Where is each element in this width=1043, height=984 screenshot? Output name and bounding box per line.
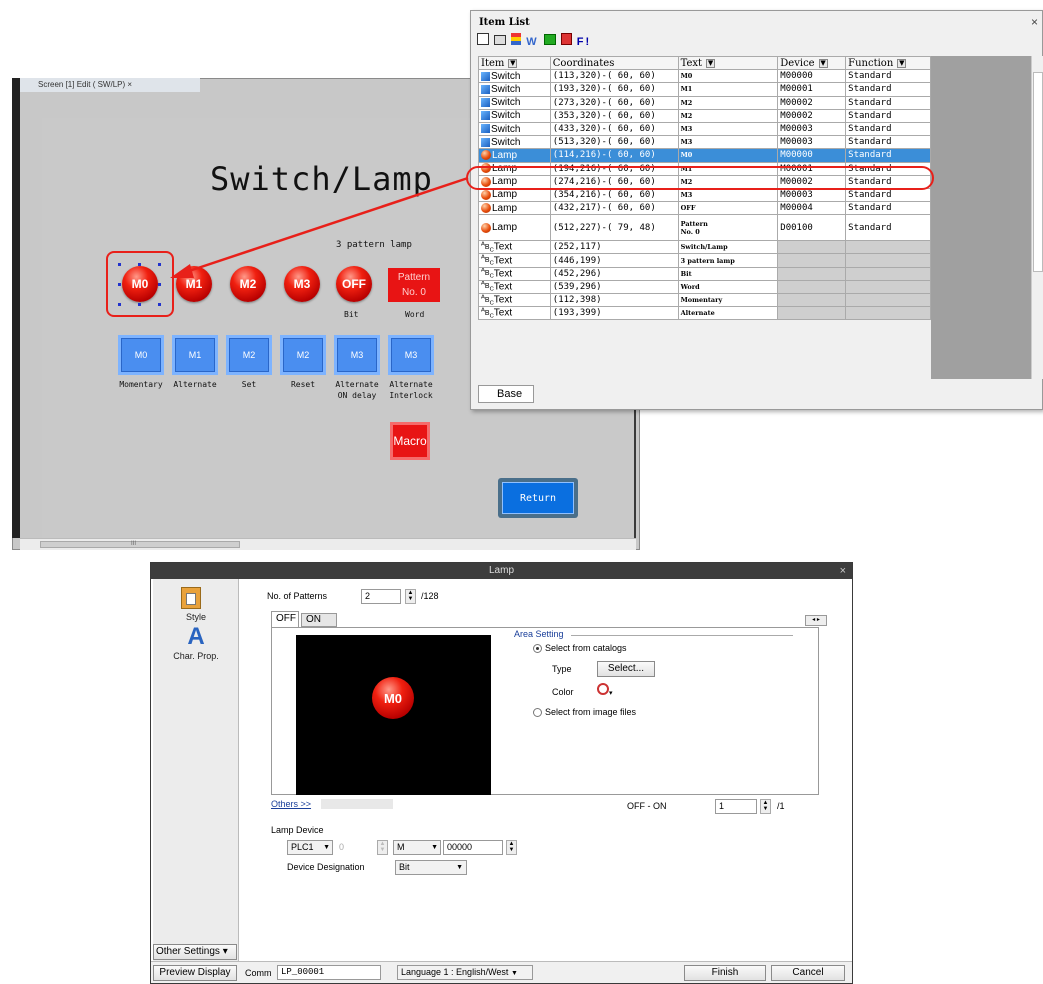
device-type-select[interactable]: M ▼ (393, 840, 441, 855)
color-picker-icon[interactable]: ▾ (597, 683, 623, 699)
preview-lamp-device-value: M00000 (381, 775, 414, 785)
chevron-down-icon: ▼ (456, 864, 463, 871)
others-link[interactable]: Others >> (271, 799, 311, 809)
radio-select-from-image-files[interactable]: Select from image files (533, 707, 636, 718)
preview-lamp: M0 (372, 677, 414, 719)
no-of-patterns-spinner[interactable]: ▲ ▼ (405, 589, 416, 604)
others-bar (321, 799, 393, 809)
style-icon[interactable] (181, 587, 201, 609)
device-designation-label: Device Designation (287, 862, 365, 872)
station-value[interactable]: 0 (339, 842, 344, 852)
type-label: Type (552, 664, 572, 674)
dialog-title: Lamp (151, 563, 852, 579)
off-on-spinner[interactable]: ▲ ▼ (760, 799, 771, 814)
close-icon[interactable]: × (840, 563, 846, 579)
area-setting-label: Area Setting (514, 629, 564, 639)
off-on-max: /1 (777, 801, 785, 811)
off-on-label: OFF - ON (627, 801, 667, 811)
language-select[interactable]: Language 1 : English/West ▼ (397, 965, 533, 980)
radio-off-icon[interactable] (533, 708, 542, 718)
chevron-down-icon: ▼ (510, 970, 518, 977)
preview-display-button[interactable]: Preview Display (153, 965, 237, 981)
tab-on[interactable]: ON (301, 613, 337, 627)
device-address-input[interactable]: 00000 (443, 840, 503, 855)
comm-input[interactable]: LP_00001 (277, 965, 381, 980)
no-of-patterns-input[interactable]: 2 (361, 589, 401, 604)
select-button[interactable]: Select... (597, 661, 655, 677)
no-of-patterns-label: No. of Patterns (267, 591, 328, 601)
plc-select[interactable]: PLC1 ▼ (287, 840, 333, 855)
dialog-bottom-bar: Preview Display Comm LP_00001 Language 1… (151, 961, 852, 983)
off-on-input[interactable]: 1 (715, 799, 757, 814)
sidebar-item-style[interactable]: Style (153, 612, 239, 622)
area-setting-divider (571, 635, 793, 636)
other-settings-dropdown[interactable]: Other Settings ▾ (153, 944, 237, 960)
radio-select-from-catalogs[interactable]: Select from catalogs (533, 643, 627, 654)
no-of-patterns-max: /128 (421, 591, 439, 601)
preview-lamp-label: M0 (383, 690, 403, 706)
station-spinner[interactable]: ▲ ▼ (377, 840, 388, 855)
color-label: Color (552, 687, 574, 697)
radio-on-icon[interactable] (533, 644, 542, 654)
tab-off[interactable]: OFF (271, 611, 299, 627)
sidebar-item-char-prop[interactable]: Char. Prop. (153, 651, 239, 661)
device-designation-select[interactable]: Bit ▼ (395, 860, 467, 875)
lamp-dialog: Lamp × Style A Char. Prop. Other Setting… (150, 562, 853, 984)
address-spinner[interactable]: ▲ ▼ (506, 840, 517, 855)
cancel-button[interactable]: Cancel (771, 965, 845, 981)
comm-label: Comm (245, 968, 272, 978)
char-prop-icon[interactable]: A (153, 623, 239, 651)
chevron-down-icon: ▼ (323, 844, 330, 851)
lamp-preview-area: M0 (296, 635, 491, 795)
chevron-down-icon: ▼ (431, 844, 438, 851)
tab-scroll-arrows[interactable]: ◂ ▸ (805, 615, 827, 626)
chevron-down-icon: ▾ (222, 946, 228, 957)
lamp-device-section-label: Lamp Device (271, 825, 324, 835)
finish-button[interactable]: Finish (684, 965, 766, 981)
dialog-sidebar: Style A Char. Prop. Other Settings ▾ (153, 579, 239, 961)
preview-lamp-device-caption: Lamp Device (296, 775, 349, 785)
